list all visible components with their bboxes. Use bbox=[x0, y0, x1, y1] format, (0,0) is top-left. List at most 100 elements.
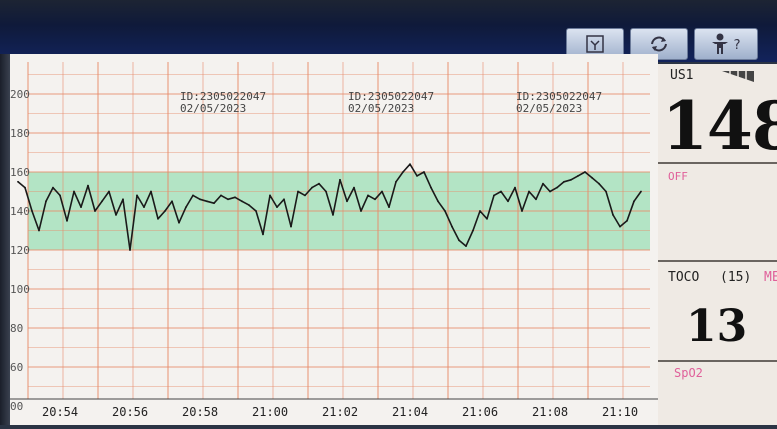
fhr-trace-point bbox=[220, 194, 222, 197]
fhr-trace-point bbox=[472, 229, 474, 232]
fhr-trace-point bbox=[507, 200, 509, 203]
fhr-trace-point bbox=[381, 190, 383, 193]
fhr-trace-point bbox=[493, 194, 495, 197]
fhr-trace-point bbox=[206, 200, 208, 203]
trace-annotation: ID:230502204702/05/2023 bbox=[348, 90, 434, 115]
fhr-trace-point bbox=[283, 198, 285, 201]
time-label: 20:54 bbox=[42, 405, 78, 419]
fhr-trace-point bbox=[458, 239, 460, 242]
fhr-trace-point bbox=[185, 206, 187, 209]
fhr-trace-point bbox=[423, 171, 425, 173]
fetal-heart-rate-value: 148 bbox=[662, 87, 777, 165]
fhr-trace-point bbox=[304, 194, 306, 197]
fhr-trace-chart: 200 180 160 140 120 100 80 60 00 20:54 20:56 20:58 2… bbox=[10, 62, 658, 419]
fhr-trace-point bbox=[108, 190, 110, 193]
fhr-trace-point bbox=[437, 200, 439, 203]
fhr-trace-point bbox=[94, 210, 96, 212]
fhr-trace-point bbox=[339, 178, 341, 181]
fhr-trace-point bbox=[171, 200, 173, 203]
fhr-trace-point bbox=[402, 171, 404, 173]
fhr-trace-point bbox=[353, 186, 355, 189]
fhr-trace-point bbox=[199, 198, 201, 201]
fhr-trace-point bbox=[528, 190, 530, 193]
fhr-trace-point bbox=[59, 194, 61, 197]
y-tick-label: 180 bbox=[10, 127, 30, 140]
fhr-trace-point bbox=[45, 200, 47, 203]
fhr-trace-point bbox=[157, 217, 159, 220]
y-tick-label: 100 bbox=[10, 283, 30, 296]
fhr-trace-point bbox=[570, 178, 572, 181]
fhr-trace-point bbox=[290, 225, 292, 228]
time-label: 20:58 bbox=[182, 405, 218, 419]
fhr-trace-point bbox=[451, 225, 453, 228]
y-tick-label: 120 bbox=[10, 244, 30, 257]
fhr-trace-point bbox=[227, 198, 229, 201]
fhr-trace-point bbox=[563, 180, 565, 183]
annotation-date: 02/05/2023 bbox=[348, 102, 414, 115]
signal-quality-icon bbox=[722, 71, 754, 82]
time-label: 21:04 bbox=[392, 405, 428, 419]
fhr-trace-point bbox=[430, 186, 432, 189]
patient-help-button[interactable]: ? bbox=[694, 28, 758, 60]
fhr-trace-point bbox=[73, 190, 75, 193]
fhr-trace-point bbox=[479, 210, 481, 212]
y-tick-label: 160 bbox=[10, 166, 30, 179]
fhr-trace-point bbox=[31, 210, 33, 212]
fhr-trace-point bbox=[38, 229, 40, 232]
spo2-label: SpO2 bbox=[674, 366, 703, 380]
svg-text:?: ? bbox=[733, 38, 741, 53]
fhr-trace-point bbox=[577, 175, 579, 177]
fhr-trace-strip: 200 180 160 140 120 100 80 60 00 20:54 20:56 20:58 2… bbox=[10, 54, 658, 425]
toco-value: 13 bbox=[686, 301, 748, 352]
fhr-trace-point bbox=[416, 175, 418, 177]
freeze-icon bbox=[586, 35, 604, 53]
panel-divider bbox=[658, 260, 777, 262]
fhr-trace-point bbox=[241, 200, 243, 203]
fhr-trace-point bbox=[346, 200, 348, 203]
fhr-trace-point bbox=[276, 206, 278, 209]
hr-alarm-status: OFF bbox=[668, 170, 688, 183]
time-label: 21:10 bbox=[602, 405, 638, 419]
annotation-date: 02/05/2023 bbox=[180, 102, 246, 115]
fhr-trace-point bbox=[500, 190, 502, 193]
monitor-left-bezel bbox=[0, 54, 10, 425]
fhr-trace-point bbox=[325, 190, 327, 193]
fhr-trace-point bbox=[164, 210, 166, 212]
toco-extra-label: ME bbox=[764, 270, 777, 285]
fhr-trace-point bbox=[52, 186, 54, 189]
fhr-trace-point bbox=[129, 249, 131, 251]
vitals-panel: US1 148 OFF TOCO (15) ME 13 SpO2 bbox=[658, 64, 777, 425]
fhr-trace-point bbox=[374, 198, 376, 201]
fhr-trace-point bbox=[626, 219, 628, 222]
fhr-trace-point bbox=[192, 194, 194, 197]
fhr-trace-point bbox=[444, 210, 446, 212]
time-label: 21:06 bbox=[462, 405, 498, 419]
fhr-trace-point bbox=[395, 180, 397, 183]
time-label: 20:56 bbox=[112, 405, 148, 419]
fhr-trace-point bbox=[612, 214, 614, 216]
fhr-trace-point bbox=[584, 171, 586, 173]
fhr-trace-point bbox=[24, 186, 26, 189]
toco-label: TOCO bbox=[668, 270, 700, 285]
fhr-trace-point bbox=[101, 200, 103, 203]
y-tick-label: 00 bbox=[10, 400, 23, 413]
fhr-trace-point bbox=[213, 202, 215, 205]
fhr-trace-point bbox=[521, 210, 523, 212]
time-label: 21:00 bbox=[252, 405, 288, 419]
trace-annotation: ID:230502204702/05/2023 bbox=[180, 90, 266, 115]
fhr-trace-point bbox=[178, 221, 180, 224]
fhr-trace-point bbox=[367, 194, 369, 197]
fhr-trace-point bbox=[234, 196, 236, 199]
fhr-trace-point bbox=[311, 186, 313, 189]
time-label: 21:08 bbox=[532, 405, 568, 419]
trace-annotation: ID:230502204702/05/2023 bbox=[516, 90, 602, 115]
refresh-icon bbox=[651, 36, 667, 52]
fhr-trace-point bbox=[269, 194, 271, 197]
fhr-trace-point bbox=[605, 190, 607, 193]
us1-label: US1 bbox=[670, 68, 694, 83]
y-tick-label: 140 bbox=[10, 205, 30, 218]
fhr-trace-point bbox=[619, 225, 621, 228]
fhr-trace-point bbox=[360, 210, 362, 212]
fhr-trace-point bbox=[136, 194, 138, 197]
fhr-trace-point bbox=[150, 190, 152, 193]
